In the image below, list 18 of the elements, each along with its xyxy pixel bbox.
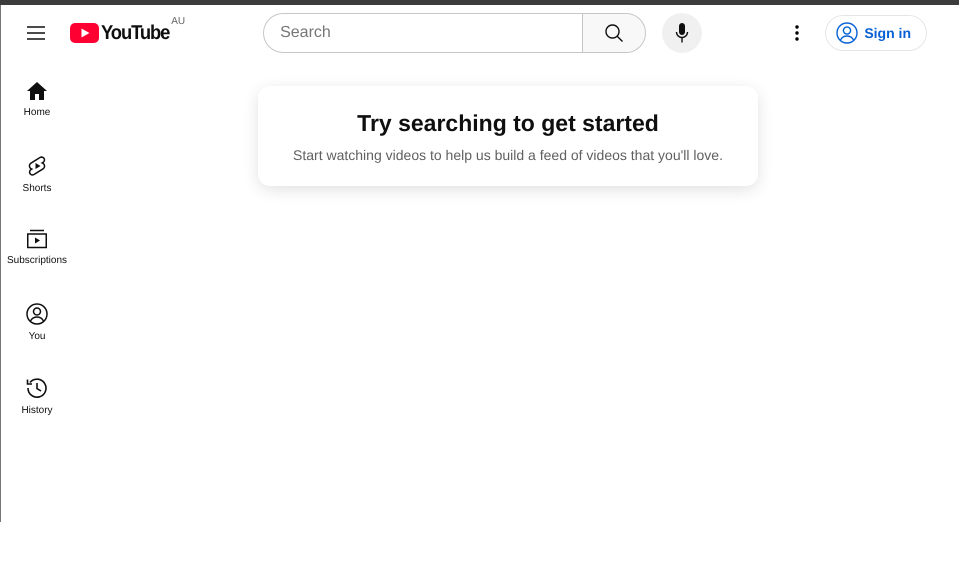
- sidebar-item[interactable]: History: [1, 373, 73, 447]
- sidebar-item[interactable]: Home: [1, 77, 73, 151]
- voice-search-button[interactable]: [662, 13, 702, 53]
- sidebar-item[interactable]: Shorts: [1, 151, 73, 225]
- sign-in-button[interactable]: Sign in: [825, 15, 927, 51]
- account-icon: [836, 22, 858, 44]
- sidebar-item[interactable]: You: [1, 299, 73, 373]
- menu-icon: [26, 25, 46, 41]
- sidebar-item[interactable]: Subscriptions: [1, 225, 73, 299]
- prompt-title: Try searching to get started: [357, 110, 659, 136]
- search-icon: [604, 23, 624, 43]
- more-icon: [795, 25, 800, 41]
- search-field[interactable]: Search: [263, 13, 582, 53]
- play-icon: [70, 23, 99, 43]
- search-button[interactable]: [582, 13, 646, 53]
- microphone-icon: [675, 23, 690, 43]
- region-code: AU: [171, 16, 186, 27]
- prompt-text: Start watching videos to help us build a feed of videos that you'll love.: [293, 146, 723, 162]
